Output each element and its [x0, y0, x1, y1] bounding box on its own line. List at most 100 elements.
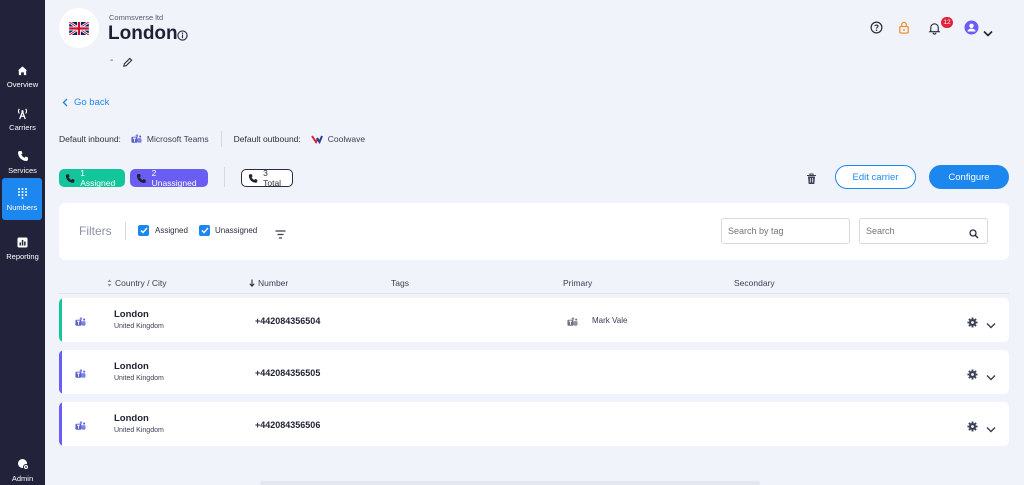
go-back-link[interactable]: Go back — [62, 97, 109, 108]
sidebar-item-label: Reporting — [6, 252, 39, 261]
column-header-label: Country / City — [115, 278, 167, 288]
column-header-number[interactable]: Number — [249, 278, 288, 288]
total-count-pill[interactable]: 3 Total — [241, 168, 293, 188]
row-number: +442084356504 — [255, 316, 321, 326]
column-header-label: Primary — [563, 278, 593, 288]
user-avatar-icon[interactable] — [964, 20, 979, 40]
column-header-label: Secondary — [734, 278, 775, 288]
country-flag-avatar — [59, 8, 99, 48]
go-back-label: Go back — [74, 97, 110, 108]
info-icon[interactable] — [177, 28, 188, 46]
table-row[interactable]: London United Kingdom +442084356505 — [59, 350, 1009, 394]
column-header-tags[interactable]: Tags — [391, 278, 409, 288]
phone-icon — [136, 173, 146, 183]
chevron-down-icon[interactable] — [986, 420, 996, 438]
total-count-label: 3 Total — [263, 168, 282, 188]
column-header-primary[interactable]: Primary — [563, 278, 592, 288]
gear-icon[interactable] — [967, 367, 978, 385]
chevron-down-icon[interactable] — [986, 316, 996, 334]
column-header-country-city[interactable]: Country / City — [107, 278, 167, 288]
filters-panel: Filters Assigned Unassigned — [59, 203, 1009, 260]
row-country: United Kingdom — [114, 375, 164, 382]
chevron-down-icon[interactable] — [986, 368, 996, 386]
status-indicator — [59, 298, 62, 342]
microsoft-teams-user-icon — [567, 315, 578, 333]
assigned-checkbox-label: Assigned — [155, 226, 188, 235]
microsoft-teams-icon — [75, 315, 86, 333]
dialpad-icon — [15, 186, 29, 200]
edit-carrier-button[interactable]: Edit carrier — [835, 165, 916, 189]
sidebar: Overview Carriers Services Numbers Repor… — [0, 0, 45, 485]
check-icon — [140, 227, 148, 234]
row-primary-user: Mark Vale — [592, 316, 628, 325]
sidebar-item-label: Admin — [11, 474, 34, 483]
check-icon — [201, 227, 209, 234]
configure-button[interactable]: Configure — [929, 165, 1009, 189]
notification-badge: 12 — [941, 17, 953, 28]
default-inbound-label: Default inbound: — [59, 134, 121, 144]
assigned-count-label: 1 Assigned — [80, 168, 116, 188]
assigned-count-pill[interactable]: 1 Assigned — [59, 168, 125, 188]
divider — [59, 293, 1009, 294]
sort-down-icon — [249, 279, 255, 287]
sidebar-item-label: Overview — [6, 80, 39, 89]
table-row[interactable]: London United Kingdom +442084356506 — [59, 402, 1009, 446]
search-by-tag-input[interactable] — [721, 218, 850, 244]
default-routes: Default inbound: Microsoft Teams Default… — [59, 131, 365, 147]
sidebar-item-services[interactable]: Services — [0, 142, 45, 182]
sidebar-item-label: Carriers — [9, 123, 36, 132]
home-icon — [16, 63, 30, 77]
trash-icon[interactable] — [806, 172, 817, 190]
bell-icon[interactable] — [928, 21, 941, 40]
assigned-checkbox[interactable] — [138, 225, 149, 236]
column-header-label: Number — [258, 278, 289, 288]
row-city: London — [114, 413, 149, 424]
uk-flag-icon — [69, 21, 89, 35]
subtitle-text: - — [110, 55, 114, 66]
table-row[interactable]: London United Kingdom +442084356504 Mark… — [59, 298, 1009, 342]
microsoft-teams-icon — [75, 419, 86, 437]
page-footer-edge — [260, 481, 760, 485]
default-outbound-label: Default outbound: — [233, 134, 301, 144]
gear-icon[interactable] — [967, 315, 978, 333]
status-indicator — [59, 350, 62, 394]
default-inbound-value: Microsoft Teams — [146, 134, 209, 144]
unassigned-count-pill[interactable]: 2 Unassigned — [130, 168, 208, 188]
sort-icon — [107, 279, 112, 287]
row-number: +442084356505 — [255, 368, 321, 378]
sidebar-item-overview[interactable]: Overview — [0, 56, 45, 96]
chevron-down-icon[interactable] — [983, 24, 993, 42]
pencil-icon[interactable] — [122, 55, 133, 73]
chevron-left-icon — [62, 98, 68, 107]
sidebar-item-admin[interactable]: Admin — [0, 450, 45, 485]
microsoft-teams-icon — [131, 133, 142, 145]
filter-options-icon[interactable] — [275, 226, 286, 244]
gear-icon[interactable] — [967, 419, 978, 437]
sidebar-item-label: Numbers — [6, 203, 38, 212]
row-country: United Kingdom — [114, 323, 164, 330]
search-input[interactable] — [860, 219, 960, 243]
chart-icon — [16, 235, 30, 249]
divider — [220, 131, 222, 147]
unassigned-checkbox[interactable] — [199, 225, 210, 236]
help-icon[interactable] — [870, 21, 883, 39]
sidebar-item-numbers[interactable]: Numbers — [2, 178, 42, 220]
row-country: United Kingdom — [114, 427, 164, 434]
sidebar-item-reporting[interactable]: Reporting — [0, 228, 45, 268]
microsoft-teams-icon — [75, 367, 86, 385]
column-header-secondary[interactable]: Secondary — [734, 278, 775, 288]
phone-icon — [65, 173, 75, 183]
sidebar-item-carriers[interactable]: Carriers — [0, 99, 45, 139]
lock-icon[interactable] — [898, 21, 910, 39]
admin-gear-icon — [16, 457, 30, 471]
search-icon[interactable] — [969, 226, 979, 244]
divider — [224, 167, 225, 187]
unassigned-count-label: 2 Unassigned — [151, 168, 197, 188]
phone-icon — [16, 149, 30, 163]
divider — [125, 222, 126, 240]
unassigned-checkbox-label: Unassigned — [215, 226, 258, 235]
page-title: London — [108, 23, 178, 44]
antenna-icon — [16, 106, 30, 120]
coolwave-logo-icon — [310, 134, 323, 144]
company-name: Commsverse ltd — [109, 13, 164, 22]
